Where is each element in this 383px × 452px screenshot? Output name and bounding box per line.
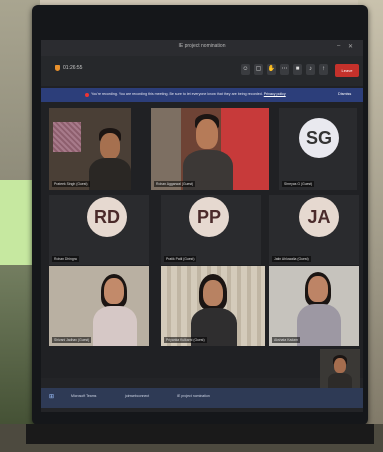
participant-name: Rohan Dhingra <box>52 256 79 262</box>
taskbar-item[interactable]: IE project nomination <box>177 394 210 398</box>
participant-name: Shreyas G (Guest) <box>282 181 315 187</box>
recording-text: You're recording. You are recording this… <box>91 92 286 96</box>
teams-meeting-window: IE project nomination – ✕ 01:26:55 ☺ ▢ ✋… <box>41 40 363 412</box>
participant-tile[interactable]: Akshata Kadam <box>269 266 359 346</box>
participant-avatar: PP <box>189 197 229 237</box>
toolbar-buttons: ☺ ▢ ✋ ⋯ ■ ♪ ↑ <box>241 64 328 75</box>
more-icon[interactable]: ⋯ <box>280 64 289 75</box>
laptop-base <box>26 424 374 444</box>
participant-tile[interactable]: JA Jatin Ahluwalia (Guest) <box>269 195 359 265</box>
share-icon[interactable]: ↑ <box>319 64 328 75</box>
taskbar-item[interactable]: Microsoft Teams <box>71 394 96 398</box>
timer-text: 01:26:55 <box>63 65 83 71</box>
photo-background-plant <box>0 180 36 265</box>
participant-tile[interactable]: Prateek Singh (Guest) <box>49 108 131 190</box>
participant-name: Rohan Aggarwal (Guest) <box>154 181 196 187</box>
doorway <box>151 108 181 190</box>
participant-avatar: RD <box>87 197 127 237</box>
participant-tile[interactable]: SG Shreyas G (Guest) <box>279 108 357 190</box>
participant-name: Prateek Singh (Guest) <box>52 181 90 187</box>
minimize-icon[interactable]: – <box>337 43 340 49</box>
participant-avatar: SG <box>299 118 339 158</box>
participant-name: Shivani Jadhav (Guest) <box>52 337 92 343</box>
participant-name: Priyanka Kulkarni (Guest) <box>164 337 207 343</box>
self-view-video[interactable] <box>320 349 360 389</box>
windows-taskbar: Microsoft Teams joinwebconnect IE projec… <box>41 388 363 408</box>
participant-tile[interactable]: RD Rohan Dhingra <box>49 195 149 265</box>
recording-banner: You're recording. You are recording this… <box>41 88 363 102</box>
participant-name: Pratik Patil (Guest) <box>164 256 197 262</box>
participant-tile[interactable]: Rohan Aggarwal (Guest) <box>151 108 269 190</box>
leave-label: Leave <box>341 68 353 73</box>
participant-tile[interactable]: Priyanka Kulkarni (Guest) <box>161 266 265 346</box>
meeting-toolbar: 01:26:55 ☺ ▢ ✋ ⋯ ■ ♪ ↑ Leave <box>41 56 363 86</box>
meeting-timer: 01:26:55 <box>55 65 82 71</box>
privacy-policy-link[interactable]: Privacy policy <box>264 92 286 96</box>
title-bar: IE project nomination – ✕ <box>41 40 363 56</box>
window-title: IE project nomination <box>178 43 226 49</box>
participant-avatar: JA <box>299 197 339 237</box>
windows-start-icon[interactable]: ⊞ <box>49 393 54 400</box>
wall-art <box>53 122 81 152</box>
people-icon[interactable]: ☺ <box>241 64 250 75</box>
shield-icon <box>55 65 60 71</box>
recording-icon <box>85 93 89 97</box>
participant-name: Jatin Ahluwalia (Guest) <box>272 256 311 262</box>
participant-tile[interactable]: PP Pratik Patil (Guest) <box>161 195 261 265</box>
taskbar-item[interactable]: joinwebconnect <box>125 394 149 398</box>
dismiss-button[interactable]: Dismiss <box>338 92 351 96</box>
mic-icon[interactable]: ♪ <box>306 64 315 75</box>
camera-icon[interactable]: ■ <box>293 64 302 75</box>
recording-message: You're recording. You are recording this… <box>91 92 263 96</box>
participant-name: Akshata Kadam <box>272 337 300 343</box>
chat-icon[interactable]: ▢ <box>254 64 263 75</box>
participant-tile[interactable]: Shivani Jadhav (Guest) <box>49 266 149 346</box>
close-icon[interactable]: ✕ <box>348 43 353 50</box>
leave-button[interactable]: Leave <box>335 64 359 77</box>
hand-icon[interactable]: ✋ <box>267 64 276 75</box>
